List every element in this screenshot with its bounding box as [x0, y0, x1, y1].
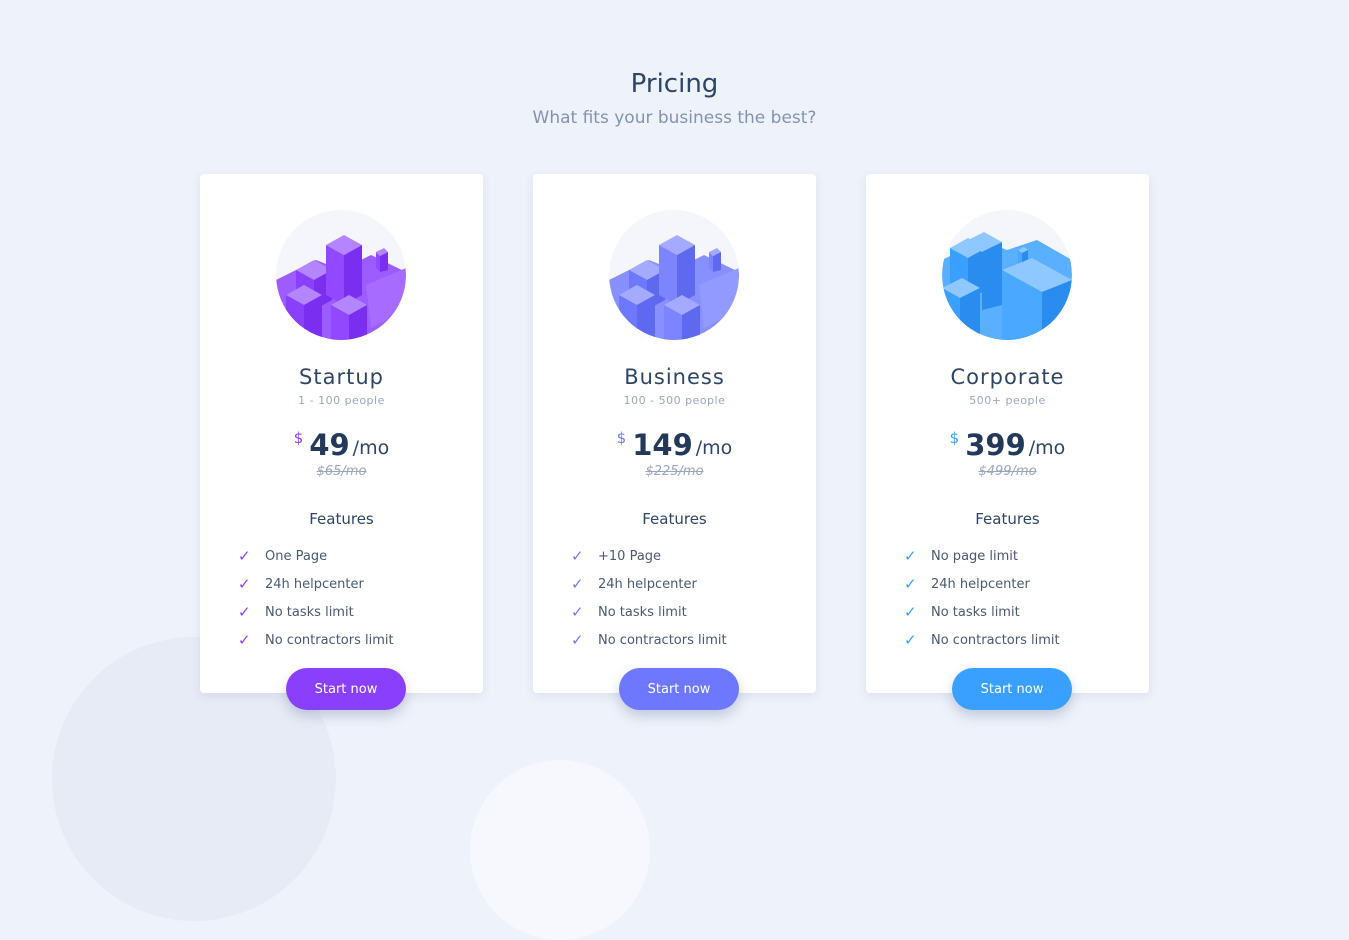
price-row: $ 49 /mo	[200, 427, 483, 463]
feature-label: No contractors limit	[265, 632, 394, 648]
buildings-illustration	[276, 210, 406, 340]
currency-symbol: $	[949, 429, 960, 447]
pricing-card-business: Business 100 - 500 people $ 149 /mo $225…	[533, 174, 816, 710]
check-icon: ✓	[904, 631, 917, 649]
pricing-card-corporate: Corporate 500+ people $ 399 /mo $499/mo …	[866, 174, 1149, 710]
page-subtitle: What fits your business the best?	[532, 108, 817, 128]
check-icon: ✓	[238, 547, 251, 565]
background-circle	[470, 760, 650, 940]
check-icon: ✓	[238, 603, 251, 621]
old-price: $499/mo	[978, 464, 1037, 479]
check-icon: ✓	[238, 631, 251, 649]
price-amount: 399	[965, 428, 1026, 462]
feature-item: ✓ No page limit	[904, 542, 1060, 570]
check-icon: ✓	[571, 575, 584, 593]
check-icon: ✓	[904, 547, 917, 565]
feature-item: ✓ +10 Page	[571, 542, 727, 570]
pricing-card-startup: Startup 1 - 100 people $ 49 /mo $65/mo F…	[200, 174, 483, 710]
check-icon: ✓	[571, 603, 584, 621]
start-now-button-business[interactable]: Start now	[619, 668, 739, 710]
price-period: /mo	[352, 437, 390, 459]
check-icon: ✓	[238, 575, 251, 593]
feature-label: 24h helpcenter	[265, 576, 364, 592]
check-icon: ✓	[904, 575, 917, 593]
feature-item: ✓ 24h helpcenter	[904, 570, 1060, 598]
price-amount: 49	[309, 428, 350, 462]
feature-label: No tasks limit	[931, 604, 1020, 620]
check-icon: ✓	[904, 603, 917, 621]
start-now-button-startup[interactable]: Start now	[286, 668, 406, 710]
feature-item: ✓ No tasks limit	[571, 598, 727, 626]
feature-item: ✓ No tasks limit	[238, 598, 394, 626]
currency-symbol: $	[293, 429, 304, 447]
features-heading: Features	[975, 510, 1040, 528]
features-list: ✓ +10 Page ✓ 24h helpcenter ✓ No tasks limi…	[571, 542, 727, 654]
buildings-illustration-svg	[276, 235, 406, 340]
feature-item: ✓ No contractors limit	[238, 626, 394, 654]
feature-item: ✓ One Page	[238, 542, 394, 570]
plan-audience: 100 - 500 people	[623, 394, 726, 407]
price-row: $ 149 /mo	[533, 427, 816, 463]
pricing-header: Pricing What fits your business the best…	[0, 66, 1349, 130]
check-icon: ✓	[571, 631, 584, 649]
feature-item: ✓ 24h helpcenter	[571, 570, 727, 598]
plan-audience: 1 - 100 people	[298, 394, 385, 407]
feature-item: ✓ No contractors limit	[904, 626, 1060, 654]
feature-item: ✓ No contractors limit	[571, 626, 727, 654]
feature-label: 24h helpcenter	[598, 576, 697, 592]
price-period: /mo	[695, 437, 733, 459]
feature-label: No tasks limit	[265, 604, 354, 620]
buildings-illustration-svg	[942, 232, 1072, 340]
old-price: $225/mo	[645, 464, 704, 479]
feature-label: No contractors limit	[931, 632, 1060, 648]
plan-name: Startup	[299, 365, 384, 389]
price-row: $ 399 /mo	[866, 427, 1149, 463]
currency-symbol: $	[616, 429, 627, 447]
feature-label: No tasks limit	[598, 604, 687, 620]
feature-item: ✓ No tasks limit	[904, 598, 1060, 626]
feature-label: No page limit	[931, 548, 1019, 564]
feature-label: +10 Page	[598, 548, 662, 564]
feature-label: One Page	[265, 548, 328, 564]
start-now-button-corporate[interactable]: Start now	[952, 668, 1072, 710]
features-heading: Features	[642, 510, 707, 528]
features-heading: Features	[309, 510, 374, 528]
buildings-illustration	[609, 210, 739, 340]
check-icon: ✓	[571, 547, 584, 565]
plan-name: Corporate	[950, 365, 1065, 389]
plan-name: Business	[624, 365, 725, 389]
old-price: $65/mo	[316, 464, 367, 479]
feature-label: No contractors limit	[598, 632, 727, 648]
feature-item: ✓ 24h helpcenter	[238, 570, 394, 598]
features-list: ✓ No page limit ✓ 24h helpcenter ✓ No tasks…	[904, 542, 1060, 654]
plan-audience: 500+ people	[969, 394, 1046, 407]
features-list: ✓ One Page ✓ 24h helpcenter ✓ No tasks limi…	[238, 542, 394, 654]
page-title: Pricing	[630, 69, 719, 99]
feature-label: 24h helpcenter	[931, 576, 1030, 592]
buildings-illustration	[942, 210, 1072, 340]
price-amount: 149	[632, 428, 693, 462]
price-period: /mo	[1028, 437, 1066, 459]
buildings-illustration-svg	[609, 235, 739, 340]
